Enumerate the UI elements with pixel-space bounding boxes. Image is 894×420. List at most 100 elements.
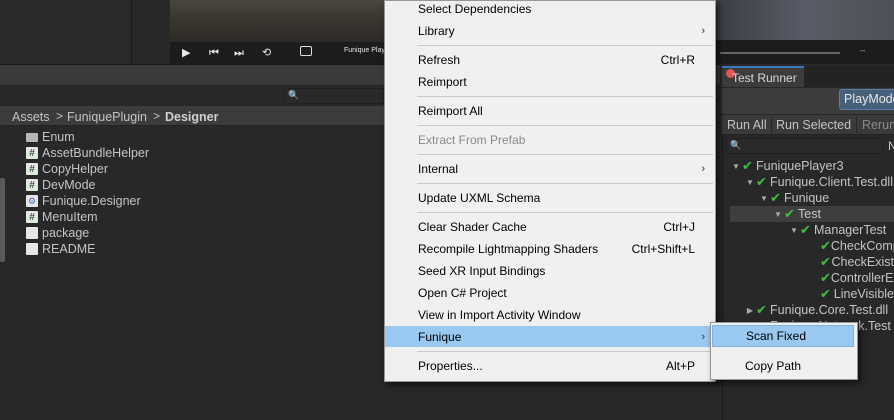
- tree-label: LineVisible: [833, 287, 894, 301]
- breadcrumb-assets[interactable]: Assets: [12, 110, 50, 124]
- menu-divider: [417, 351, 713, 352]
- folder-icon: [26, 132, 38, 142]
- list-item[interactable]: # CopyHelper: [26, 161, 108, 177]
- menu-divider: [417, 212, 713, 213]
- menu-item-properties[interactable]: Properties... Alt+P: [385, 355, 715, 376]
- menu-item-update-uxml-schema[interactable]: Update UXML Schema: [385, 187, 715, 208]
- divider: [856, 117, 857, 133]
- pass-check-icon: ✔: [770, 190, 781, 205]
- menu-item-seed-xr-input-bindings[interactable]: Seed XR Input Bindings: [385, 260, 715, 281]
- expand-arrow-icon[interactable]: ▶: [744, 306, 756, 315]
- tree-label: ManagerTest: [814, 223, 887, 237]
- menu-item-reimport-all[interactable]: Reimport All: [385, 100, 715, 121]
- tree-item[interactable]: ▶ ✔ Funique.Core.Test.dll: [744, 302, 894, 318]
- menu-item-reimport[interactable]: Reimport: [385, 71, 715, 92]
- pass-check-icon: ✔: [800, 222, 811, 237]
- timeline-track[interactable]: [720, 52, 840, 54]
- menu-item-scan-fixed[interactable]: Scan Fixed: [712, 325, 854, 347]
- next-icon[interactable]: ⏭: [234, 46, 244, 60]
- menu-item-copy-path[interactable]: Copy Path: [712, 355, 854, 377]
- pass-check-icon: ✔: [820, 286, 831, 301]
- pass-check-icon: ✔: [742, 158, 753, 173]
- snapshot-icon[interactable]: [300, 46, 312, 56]
- menu-item-refresh[interactable]: Refresh Ctrl+R: [385, 49, 715, 70]
- expand-arrow-icon[interactable]: ▼: [730, 162, 742, 171]
- tree-item-selected[interactable]: ▼ ✔ Test: [730, 206, 894, 222]
- breadcrumb-separator: >: [153, 109, 161, 123]
- play-icon[interactable]: ▶: [182, 46, 190, 60]
- menu-item-extract-from-prefab: Extract From Prefab: [385, 129, 715, 150]
- submenu-arrow-icon: ›: [701, 162, 705, 175]
- menu-item-clear-shader-cache[interactable]: Clear Shader Cache Ctrl+J: [385, 216, 715, 237]
- tree-item[interactable]: ▼ ✔ Funique: [758, 190, 894, 206]
- file-label: Enum: [42, 130, 75, 144]
- search-icon: 🔍: [288, 90, 300, 100]
- menu-item-label: Properties...: [418, 358, 483, 373]
- tree-label: FuniquePlayer3: [756, 159, 844, 173]
- tree-label: Funique.Core.Test.dll: [770, 303, 889, 317]
- tree-item[interactable]: ✔ CheckComponent: [820, 238, 894, 254]
- file-label: AssetBundleHelper: [42, 146, 150, 160]
- search-icon: 🔍: [730, 140, 742, 150]
- menu-item-label: Open C# Project: [418, 285, 507, 300]
- menu-item-view-import-activity[interactable]: View in Import Activity Window: [385, 304, 715, 325]
- tree-item[interactable]: ▼ ✔ FuniquePlayer3: [730, 158, 894, 174]
- menu-item-label: Reimport All: [418, 103, 483, 118]
- previous-icon[interactable]: ⏮: [209, 46, 219, 60]
- expand-arrow-icon[interactable]: ▼: [772, 210, 784, 219]
- shortcut-label: Ctrl+J: [663, 219, 695, 234]
- list-item[interactable]: # AssetBundleHelper: [26, 145, 149, 161]
- run-selected-button[interactable]: Run Selected: [776, 118, 851, 132]
- menu-item-recompile-lightmapping-shaders[interactable]: Recompile Lightmapping Shaders Ctrl+Shif…: [385, 238, 715, 259]
- list-item[interactable]: Enum: [26, 129, 75, 145]
- breadcrumb-funiqueplugin[interactable]: FuniquePlugin: [67, 110, 147, 124]
- project-search-input[interactable]: 🔍: [284, 88, 384, 104]
- playmode-button[interactable]: PlayMode: [839, 89, 894, 110]
- scrollbar[interactable]: [0, 178, 5, 262]
- run-all-button[interactable]: Run All: [727, 118, 767, 132]
- pass-check-icon: ✔: [820, 254, 831, 269]
- csharp-script-icon: #: [26, 179, 38, 191]
- list-item[interactable]: README: [26, 241, 95, 257]
- expand-arrow-icon[interactable]: ▼: [744, 178, 756, 187]
- pass-check-icon: ✔: [784, 206, 795, 221]
- menu-item-label: Refresh: [418, 52, 461, 67]
- file-label: package: [42, 226, 90, 240]
- test-search-input[interactable]: 🔍: [726, 138, 883, 154]
- time-readout: --: [860, 46, 866, 55]
- menu-item-label: Library: [418, 23, 455, 38]
- menu-item-internal[interactable]: Internal ›: [385, 158, 715, 179]
- scene-panel: [0, 0, 132, 66]
- rerun-button[interactable]: Rerun: [862, 118, 894, 132]
- tree-item[interactable]: ▼ ✔ ManagerTest: [788, 222, 894, 238]
- list-item[interactable]: package: [26, 225, 89, 241]
- expand-arrow-icon[interactable]: ▼: [788, 226, 800, 235]
- assembly-definition-icon: ⚙: [26, 195, 38, 207]
- breadcrumb-designer[interactable]: Designer: [165, 110, 219, 124]
- tree-item[interactable]: ▼ ✔ Funique.Client.Test.dll: [744, 174, 894, 190]
- menu-item-select-dependencies[interactable]: Select Dependencies: [385, 0, 715, 19]
- menu-item-library[interactable]: Library ›: [385, 20, 715, 41]
- menu-item-open-csharp-project[interactable]: Open C# Project: [385, 282, 715, 303]
- filter-button[interactable]: N: [888, 139, 894, 153]
- tree-item[interactable]: ✔ ControllerExist: [820, 270, 894, 286]
- shortcut-label: Ctrl+Shift+L: [631, 241, 695, 256]
- menu-item-label: Seed XR Input Bindings: [418, 263, 546, 278]
- menu-item-label: Extract From Prefab: [418, 132, 526, 147]
- menu-item-funique[interactable]: Funique ›: [385, 326, 715, 347]
- menu-item-label: Select Dependencies: [418, 1, 532, 16]
- tree-item[interactable]: ✔ LineVisible: [820, 286, 894, 302]
- menu-item-label: Copy Path: [745, 359, 802, 373]
- submenu-arrow-icon: ›: [701, 24, 705, 37]
- tree-item[interactable]: ✔ CheckExist: [820, 254, 894, 270]
- list-item[interactable]: # DevMode: [26, 177, 96, 193]
- expand-arrow-icon[interactable]: ▼: [758, 194, 770, 203]
- preview-image: [716, 0, 894, 40]
- file-label: CopyHelper: [42, 162, 109, 176]
- loop-icon[interactable]: ⟲: [262, 46, 271, 60]
- menu-item-label: Funique: [418, 329, 462, 344]
- file-label: DevMode: [42, 178, 96, 192]
- list-item[interactable]: ⚙ Funique.Designer: [26, 193, 141, 209]
- list-item[interactable]: # MenuItem: [26, 209, 98, 225]
- tree-label: Test: [798, 207, 821, 221]
